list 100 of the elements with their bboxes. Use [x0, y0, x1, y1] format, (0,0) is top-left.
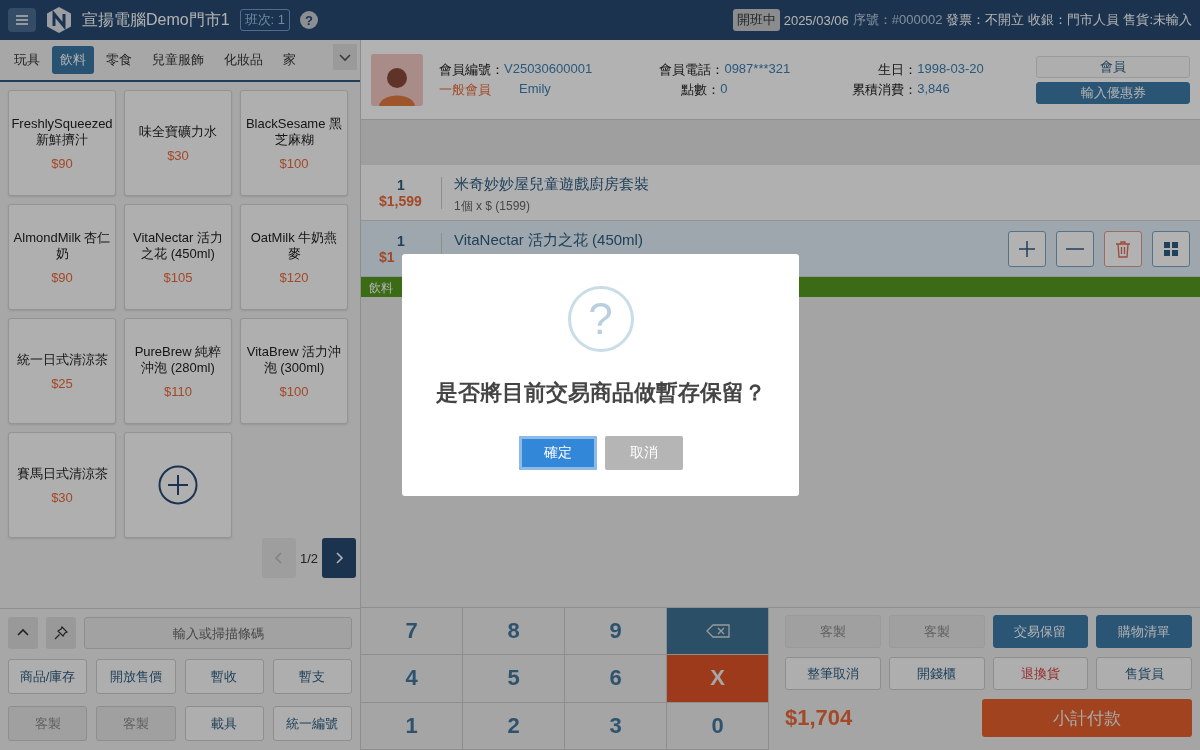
- options-button[interactable]: [1152, 230, 1190, 267]
- product-name: 統一日式清涼茶: [16, 351, 108, 368]
- category-tab[interactable]: 飲料: [52, 46, 94, 74]
- category-tab[interactable]: 零食: [98, 46, 140, 74]
- serial-text: 序號：#000002: [852, 11, 943, 29]
- action-button[interactable]: 開錢櫃: [888, 657, 985, 690]
- digit-key[interactable]: 4: [361, 655, 463, 703]
- product-card[interactable]: FreshlySqueezed 新鮮擠汁 $90: [8, 90, 116, 196]
- backspace-icon: [705, 624, 730, 639]
- plus-icon: [1017, 238, 1037, 259]
- function-button[interactable]: 統一編號: [272, 706, 352, 741]
- category-tab[interactable]: 化妝品: [216, 46, 271, 74]
- decrease-button[interactable]: [1056, 230, 1094, 267]
- product-name: BlackSesame 黑芝麻糊: [245, 115, 343, 148]
- product-price: $120: [279, 269, 309, 285]
- function-button[interactable]: 載具: [184, 706, 264, 741]
- help-icon[interactable]: ?: [300, 11, 319, 29]
- product-price: $90: [51, 155, 73, 171]
- avatar-placeholder: [371, 53, 423, 106]
- action-button[interactable]: 售貨員: [1096, 657, 1192, 690]
- cart-item-detail: 1個 x $ (1599): [454, 198, 532, 215]
- product-name: VitaBrew 活力沖泡 (300ml): [245, 343, 343, 376]
- digit-key[interactable]: 2: [463, 702, 565, 750]
- digit-key[interactable]: 0: [667, 702, 769, 750]
- member-id-label: 會員編號：: [439, 60, 504, 79]
- product-price: $100: [279, 383, 309, 399]
- cart-row[interactable]: 1 $1,599 米奇妙妙屋兒童遊戲廚房套裝 1個 x $ (1599): [361, 165, 1200, 221]
- member-name: Emily: [519, 80, 551, 98]
- cart-price: $1,599: [378, 192, 423, 209]
- trash-icon: [1115, 239, 1131, 258]
- product-price: $105: [163, 269, 193, 285]
- product-name: FreshlySqueezed 新鮮擠汁: [11, 115, 113, 148]
- collapse-button[interactable]: [8, 617, 38, 649]
- cart-item-name: 米奇妙妙屋兒童遊戲廚房套裝: [454, 175, 650, 194]
- member-button[interactable]: 輸入優惠券: [1036, 81, 1190, 104]
- product-name: 賽馬日式清涼茶: [16, 465, 108, 482]
- dialog-button[interactable]: 確定: [518, 436, 597, 470]
- product-card[interactable]: 賽馬日式清涼茶 $30: [8, 432, 116, 538]
- pin-icon: [53, 625, 69, 641]
- digit-key[interactable]: 9: [565, 608, 667, 656]
- action-button[interactable]: 購物清單: [1096, 615, 1192, 648]
- category-tab[interactable]: 玩具: [6, 46, 48, 74]
- next-page-button[interactable]: [322, 538, 356, 578]
- action-button[interactable]: 整筆取消: [785, 657, 881, 690]
- product-name: VitaNectar 活力之花 (450ml): [131, 229, 225, 262]
- product-card[interactable]: PureBrew 純粹沖泡 (280ml) $110: [124, 318, 232, 424]
- member-button[interactable]: 會員: [1036, 55, 1190, 78]
- cart-quantity: 1: [396, 232, 406, 249]
- menu-button[interactable]: [8, 8, 36, 32]
- product-card[interactable]: 味全寶礦力水 $30: [124, 90, 232, 196]
- product-price: $100: [279, 155, 309, 171]
- product-price: $30: [51, 489, 73, 505]
- grid-icon: [1163, 240, 1179, 257]
- digit-key[interactable]: 7: [361, 608, 463, 656]
- product-card[interactable]: VitaBrew 活力沖泡 (300ml) $100: [240, 318, 348, 424]
- function-button[interactable]: 開放售價: [96, 659, 176, 694]
- digit-key[interactable]: 5: [463, 655, 565, 703]
- backspace-key[interactable]: [667, 608, 769, 656]
- menu-icon: [16, 15, 28, 25]
- digit-key[interactable]: 8: [463, 608, 565, 656]
- question-icon: ?: [567, 286, 634, 352]
- increase-button[interactable]: [1008, 230, 1046, 267]
- product-card[interactable]: VitaNectar 活力之花 (450ml) $105: [124, 204, 232, 310]
- action-button[interactable]: 交易保留: [992, 615, 1089, 648]
- clear-key[interactable]: X: [667, 655, 769, 703]
- function-button[interactable]: 暫支: [272, 659, 352, 694]
- product-name: 味全寶礦力水: [139, 123, 217, 140]
- tabs-dropdown-button[interactable]: [333, 44, 357, 70]
- shift-badge: 班次: 1: [239, 9, 291, 31]
- logo-icon: [46, 6, 72, 34]
- seller-text: 售貨:未輸入: [1123, 11, 1192, 29]
- function-button[interactable]: 暫收: [184, 659, 264, 694]
- member-spending-label: 累積消費：: [852, 80, 918, 99]
- product-card[interactable]: OatMilk 牛奶燕麥 $120: [240, 204, 348, 310]
- product-price: $30: [167, 147, 189, 163]
- cart-price: $1: [378, 248, 396, 265]
- checkout-button[interactable]: 小計付款: [982, 699, 1192, 737]
- product-name: OatMilk 牛奶燕麥: [249, 229, 339, 262]
- invoice-text: 發票：不開立: [946, 11, 1025, 29]
- action-button[interactable]: 退換貨: [992, 657, 1089, 690]
- delete-button[interactable]: [1104, 230, 1142, 267]
- digit-key[interactable]: 3: [565, 702, 667, 750]
- member-birthday-label: 生日：: [877, 60, 918, 79]
- product-price: $110: [164, 383, 192, 399]
- product-card[interactable]: BlackSesame 黑芝麻糊 $100: [240, 90, 348, 196]
- digit-key[interactable]: 1: [361, 702, 463, 750]
- product-card[interactable]: 統一日式清涼茶 $25: [8, 318, 116, 424]
- pin-button[interactable]: [46, 617, 76, 649]
- category-tab[interactable]: 兒童服飾: [144, 46, 212, 74]
- add-product-card[interactable]: [124, 432, 232, 538]
- product-card[interactable]: AlmondMilk 杏仁奶 $90: [8, 204, 116, 310]
- member-birthday-value: 1998-03-20: [917, 60, 984, 78]
- member-phone-value: 0987***321: [724, 60, 791, 78]
- function-button[interactable]: 商品/庫存: [8, 659, 88, 694]
- digit-key[interactable]: 6: [565, 655, 667, 703]
- member-level: 一般會員: [439, 80, 491, 99]
- barcode-input-field[interactable]: 輸入或掃描條碼: [84, 617, 352, 649]
- product-name: PureBrew 純粹沖泡 (280ml): [133, 343, 223, 376]
- category-tab[interactable]: 家: [275, 46, 304, 74]
- date-text: 2025/03/06: [783, 12, 849, 28]
